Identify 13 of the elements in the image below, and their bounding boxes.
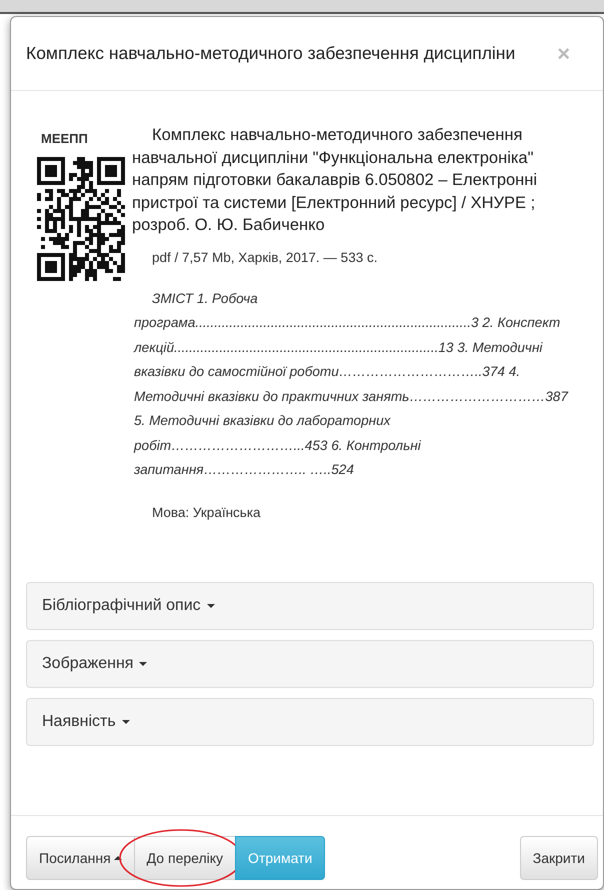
- record-details: pdf / 7,57 Mb, Харків, 2017. — 533 с.: [152, 250, 378, 264]
- qr-code-icon: [37, 156, 125, 282]
- contents-text: ЗМІСТ 1. Робоча програма.........................................................................3 2. Конспект лекцій......................................................................13 3. Методичні вказівки до самостійної роботи…………………………..374 4. Методичні вказівки до практичних занять…………………………387 5. Методичні вказівки до лабораторних робіт………………………...453 6. Контрольні запитання………………….. …..524: [134, 290, 570, 479]
- section-header[interactable]: Бібліографічний опис: [26, 582, 594, 630]
- section-header[interactable]: Наявність: [26, 698, 594, 746]
- record-code: МЕЕПП: [41, 131, 89, 146]
- dropdown-button[interactable]: Посилання: [26, 836, 135, 880]
- section-header[interactable]: Зображення: [26, 640, 594, 688]
- action-button[interactable]: До переліку: [134, 836, 236, 880]
- close-button[interactable]: Закрити: [520, 836, 598, 880]
- language-text: Мова: Українська: [152, 504, 262, 520]
- record-title: Комплекс навчально-методичного забезпечення навчальної дисципліни "Функціональна електроніка" напрям підготовки бакалаврів 6.050802 – Електронні пристрої та системи [Електронний ресурс] / ХНУРЕ ; розроб. О. Ю. Бабиченко: [132, 125, 538, 236]
- dialog-title: Комплекс навчально-методичного забезпечення дисципліни: [26, 43, 516, 64]
